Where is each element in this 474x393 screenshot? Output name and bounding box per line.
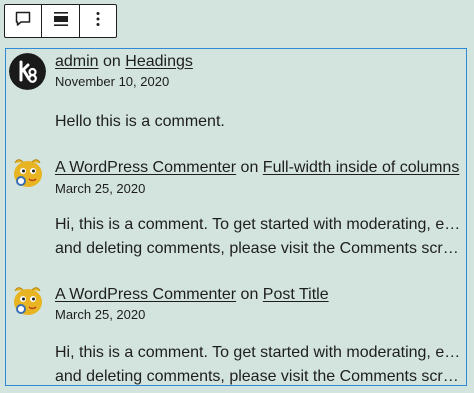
align-full-icon — [53, 11, 69, 32]
comment-meta: A WordPress Commenter on Full-width insi… — [55, 158, 459, 178]
comment-excerpt-line: Hi, this is a comment. To get started wi… — [55, 216, 463, 233]
comment-date: November 10, 2020 — [55, 74, 170, 89]
avatar-k8-logo — [9, 53, 46, 90]
comment-post-link[interactable]: Headings — [125, 53, 193, 70]
comment-block-button[interactable] — [5, 5, 41, 37]
more-options-button[interactable] — [80, 5, 116, 37]
avatar-wapuu — [9, 282, 46, 319]
comment-author-link[interactable]: admin — [55, 53, 99, 70]
comment-excerpt-line: and deleting comments, please visit the … — [55, 240, 463, 257]
comment-excerpt: Hi, this is a comment. To get started wi… — [55, 213, 463, 261]
comment-excerpt: Hello this is a comment. — [55, 110, 463, 134]
latest-comments-block[interactable]: admin on Headings November 10, 2020 Hell… — [5, 48, 467, 386]
comment-excerpt-line: Hello this is a comment. — [55, 113, 225, 130]
comment-on-text: on — [240, 159, 259, 176]
comment-excerpt-line: Hi, this is a comment. To get started wi… — [55, 344, 463, 361]
more-options-icon — [95, 11, 101, 32]
comment-author-link[interactable]: A WordPress Commenter — [55, 159, 236, 176]
align-button[interactable] — [42, 5, 78, 37]
comment-post-link[interactable]: Full-width inside of columns — [263, 159, 460, 176]
comment-post-link[interactable]: Post Title — [263, 286, 329, 303]
block-toolbar — [4, 4, 117, 38]
comment-date: March 25, 2020 — [55, 307, 146, 322]
comment-excerpt-line: and deleting comments, please visit the … — [55, 368, 463, 385]
comment-excerpt: Hi, this is a comment. To get started wi… — [55, 341, 463, 385]
comment-icon — [14, 10, 32, 33]
avatar-wapuu — [9, 154, 46, 191]
comment-meta: admin on Headings — [55, 52, 193, 72]
comment-date: March 25, 2020 — [55, 181, 146, 196]
comment-on-text: on — [240, 286, 259, 303]
comment-meta: A WordPress Commenter on Post Title — [55, 285, 329, 305]
comment-author-link[interactable]: A WordPress Commenter — [55, 286, 236, 303]
comment-on-text: on — [103, 53, 121, 70]
